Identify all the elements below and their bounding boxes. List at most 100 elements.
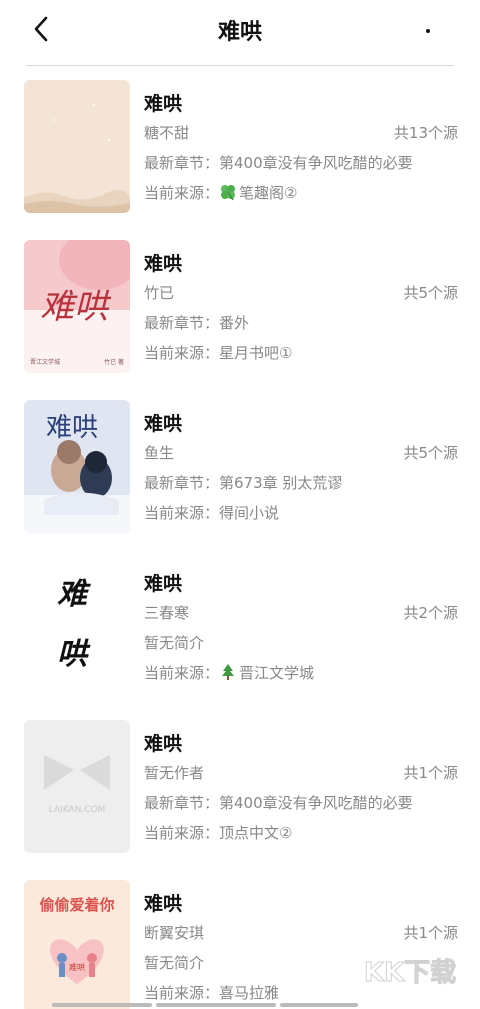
cover-char-2: 哄 [57, 637, 91, 672]
current-source-row: 当前来源： 晋江文学城 [144, 658, 458, 688]
cover-footer-right: 竹已 著 [104, 358, 124, 366]
latest-chapter-label: 最新章节： [144, 314, 220, 332]
current-source-label: 当前来源： [144, 824, 220, 842]
cover-art-2: 难哄 晋江文学城 竹已 著 [24, 240, 130, 373]
latest-chapter-label: 最新章节： [144, 794, 220, 812]
book-author: 鱼生 [144, 444, 175, 462]
book-title: 难哄 [144, 413, 183, 435]
watermark-text: KK下载 [364, 958, 456, 988]
cover-site-text: LAIKAN.COM [49, 805, 106, 815]
latest-chapter-row: 最新章节：第400章没有争风吃醋的必要 [144, 148, 458, 178]
author-row: 竹已 共5个源 [144, 278, 458, 308]
book-cover [24, 80, 130, 213]
book-info: 难哄 暂无作者 共1个源 最新章节：第400章没有争风吃醋的必要 当前来源：顶点… [144, 730, 458, 848]
cover-title-text: 难哄 [46, 413, 98, 443]
book-item[interactable]: 难哄 晋江文学城 竹已 著 难哄 竹已 共5个源 最新章节：番外 当前来源：星月… [0, 226, 480, 386]
latest-chapter-value: 第400章没有争风吃醋的必要 [219, 154, 413, 172]
page-title: 难哄 [217, 20, 262, 45]
book-title: 难哄 [144, 93, 183, 115]
latest-chapter-value: 第400章没有争风吃醋的必要 [219, 794, 413, 812]
more-button[interactable] [420, 16, 436, 42]
book-title: 难哄 [144, 893, 183, 915]
intro-value: 暂无简介 [144, 954, 205, 972]
author-row: 糖不甜 共13个源 [144, 118, 458, 148]
cover-art-6: 偷偷爱着你 难哄 [24, 880, 130, 1009]
book-info: 难哄 鱼生 共5个源 最新章节：第673章 别太荒谬 当前来源：得间小说 [144, 410, 458, 528]
current-source-label: 当前来源： [144, 504, 220, 522]
book-info: 难哄 竹已 共5个源 最新章节：番外 当前来源：星月书吧① [144, 250, 458, 368]
home-indicator [52, 1003, 358, 1007]
current-source-name: 星月书吧① [219, 344, 293, 362]
sources-count: 共13个源 [393, 124, 458, 142]
sources-count: 共1个源 [403, 924, 458, 942]
author-row: 鱼生 共5个源 [144, 438, 458, 468]
author-row: 断翼安琪 共1个源 [144, 918, 458, 948]
latest-chapter-label: 最新章节： [144, 474, 220, 492]
current-source-name: 得间小说 [219, 504, 280, 522]
cover-art-3: 难哄 [24, 400, 130, 533]
current-source-row: 当前来源：星月书吧① [144, 338, 458, 368]
cover-bg [24, 720, 130, 853]
current-source-name: 笔趣阁② [239, 184, 298, 202]
book-author: 三春寒 [144, 604, 190, 622]
latest-chapter-label: 最新章节： [144, 154, 220, 172]
book-title: 难哄 [144, 733, 183, 755]
intro-row: 暂无简介 [144, 628, 458, 658]
book-cover: 难 哄 [24, 560, 130, 693]
latest-chapter-value: 番外 [219, 314, 250, 332]
book-info: 难哄 糖不甜 共13个源 最新章节：第400章没有争风吃醋的必要 当前来源： 笔… [144, 90, 458, 208]
sources-count: 共5个源 [403, 444, 458, 462]
book-item[interactable]: 难哄 难哄 鱼生 共5个源 最新章节：第673章 别太荒谬 当前来源：得间小说 [0, 386, 480, 546]
sources-count: 共1个源 [403, 764, 458, 782]
book-list: 难哄 糖不甜 共13个源 最新章节：第400章没有争风吃醋的必要 当前来源： 笔… [0, 66, 480, 1009]
clover-icon [221, 185, 236, 201]
cover-small-text: 难哄 [69, 962, 85, 972]
cover-art-4: 难 哄 [24, 560, 130, 693]
latest-chapter-row: 最新章节：第400章没有争风吃醋的必要 [144, 788, 458, 818]
book-title: 难哄 [144, 573, 183, 595]
book-info: 难哄 三春寒 共2个源 暂无简介 当前来源： 晋江文学城 [144, 570, 458, 688]
book-author: 断翼安琪 [144, 924, 205, 942]
current-source-name: 晋江文学城 [239, 664, 315, 682]
book-author: 糖不甜 [144, 124, 190, 142]
intro-value: 暂无简介 [144, 634, 205, 652]
current-source-label: 当前来源： [144, 344, 220, 362]
book-cover: 偷偷爱着你 难哄 [24, 880, 130, 1009]
home-indicator-segment [52, 1003, 152, 1007]
author-row: 三春寒 共2个源 [144, 598, 458, 628]
tree-icon [222, 664, 235, 680]
book-title: 难哄 [144, 253, 183, 275]
latest-chapter-row: 最新章节：番外 [144, 308, 458, 338]
current-source-label: 当前来源： [144, 984, 220, 1002]
more-dot-icon [426, 29, 430, 33]
cover-art-1 [24, 80, 130, 213]
current-source-row: 当前来源：顶点中文② [144, 818, 458, 848]
book-author: 竹已 [144, 284, 175, 302]
book-item[interactable]: 难 哄 难哄 三春寒 共2个源 暂无简介 当前来源： 晋江文学城 [0, 546, 480, 706]
sources-count: 共5个源 [403, 284, 458, 302]
book-item[interactable]: LAIKAN.COM 难哄 暂无作者 共1个源 最新章节：第400章没有争风吃醋… [0, 706, 480, 866]
book-item[interactable]: 难哄 糖不甜 共13个源 最新章节：第400章没有争风吃醋的必要 当前来源： 笔… [0, 66, 480, 226]
current-source-row: 当前来源： 笔趣阁② [144, 178, 458, 208]
current-source-name: 喜马拉雅 [219, 984, 280, 1002]
book-author: 暂无作者 [144, 764, 205, 782]
sources-count: 共2个源 [403, 604, 458, 622]
home-indicator-segment [280, 1003, 358, 1007]
current-source-row: 当前来源：得间小说 [144, 498, 458, 528]
author-row: 暂无作者 共1个源 [144, 758, 458, 788]
cover-char-1: 难 [57, 577, 91, 612]
home-indicator-segment [156, 1003, 276, 1007]
top-bar: 难哄 [0, 0, 480, 66]
current-source-name: 顶点中文② [219, 824, 293, 842]
cover-art-5: LAIKAN.COM [24, 720, 130, 853]
latest-chapter-value: 第673章 别太荒谬 [219, 474, 343, 492]
book-cover: 难哄 晋江文学城 竹已 著 [24, 240, 130, 373]
current-source-label: 当前来源： [144, 664, 220, 682]
watermark-logo: KK下载 [363, 958, 456, 989]
book-cover: LAIKAN.COM [24, 720, 130, 853]
book-cover: 难哄 [24, 400, 130, 533]
cover-footer-left: 晋江文学城 [30, 358, 60, 366]
latest-chapter-row: 最新章节：第673章 别太荒谬 [144, 468, 458, 498]
current-source-label: 当前来源： [144, 184, 220, 202]
cover-title-text: 偷偷爱着你 [39, 896, 114, 914]
